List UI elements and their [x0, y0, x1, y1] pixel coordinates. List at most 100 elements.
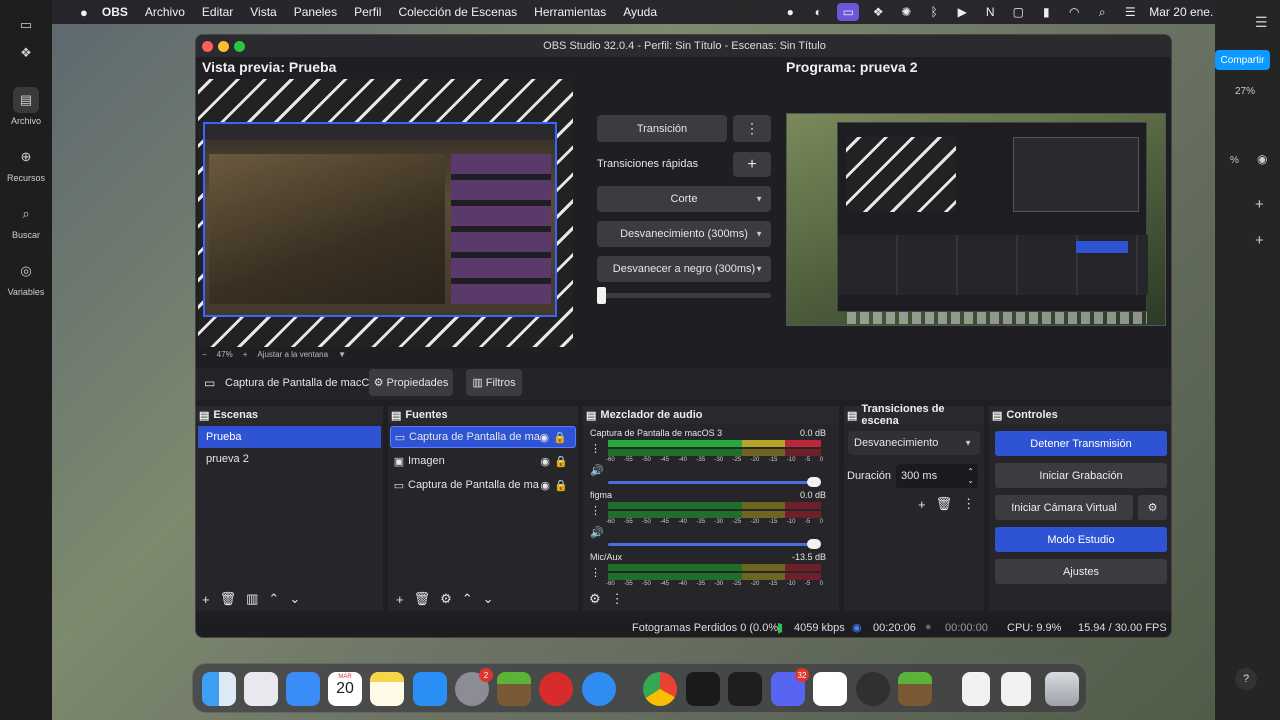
add-icon[interactable]: + [1255, 232, 1264, 249]
play-icon[interactable]: ▶ [953, 5, 971, 19]
volume-knob[interactable] [807, 477, 821, 487]
discord-icon[interactable]: 32 [771, 668, 809, 706]
launchpad-icon[interactable] [244, 672, 278, 706]
preview-fit[interactable]: Ajustar a la ventana [257, 350, 328, 359]
menu-coleccion-escenas[interactable]: Colección de Escenas [398, 5, 517, 19]
control-center-icon[interactable]: ☰ [1121, 5, 1139, 19]
figma-icon[interactable] [728, 672, 762, 706]
kebab-icon[interactable]: ⋮ [590, 504, 601, 517]
eye-icon[interactable]: ◉ [540, 479, 550, 492]
zoom-level[interactable]: 27% [1235, 86, 1255, 97]
screen-share-icon[interactable]: ▭ [837, 3, 860, 21]
chevron-down-icon[interactable]: ▼ [338, 350, 346, 359]
help-icon[interactable]: ? [1235, 668, 1257, 690]
virtual-camera-settings-button[interactable]: ⚙ [1138, 495, 1167, 520]
zoom-out-icon[interactable]: − [202, 350, 207, 359]
add-quick-transition-button[interactable]: + [733, 152, 771, 177]
menu-ayuda[interactable]: Ayuda [623, 5, 657, 19]
app-store-icon[interactable] [413, 672, 447, 706]
menu-archivo[interactable]: Archivo [145, 5, 185, 19]
bluetooth-icon[interactable]: ᛒ [925, 5, 943, 19]
add-icon[interactable]: + [918, 497, 926, 512]
minecraft-launcher-icon[interactable] [898, 672, 932, 706]
battery-icon[interactable]: ▮ [1037, 5, 1055, 19]
scene-item[interactable]: prueva 2 [198, 448, 381, 470]
finder-icon[interactable] [202, 672, 236, 706]
transition-menu-button[interactable]: ⋮ [733, 115, 771, 142]
chatgpt-icon[interactable] [686, 672, 720, 706]
notes-icon[interactable] [370, 672, 404, 706]
notion-icon[interactable] [813, 672, 847, 706]
stop-streaming-button[interactable]: Detener Transmisión [995, 431, 1167, 456]
left-panel-item-figma[interactable]: ❖ [13, 40, 39, 69]
chevron-down-icon[interactable]: ⌄ [289, 591, 300, 607]
stepper-icon[interactable]: ⌃ ⌄ [967, 467, 974, 485]
share-button[interactable]: Compartir [1215, 50, 1270, 70]
gear-icon[interactable]: ⚙ [440, 591, 452, 607]
eye-icon[interactable]: ◉ [539, 431, 549, 444]
lock-icon[interactable]: 🔒 [554, 455, 568, 468]
studio-mode-button[interactable]: Modo Estudio [995, 527, 1167, 552]
chevron-up-icon[interactable]: ⌃ [268, 591, 279, 607]
menu-vista[interactable]: Vista [250, 5, 276, 19]
left-panel-item-buscar[interactable]: ⌕ Buscar [12, 201, 40, 240]
menu-app-name[interactable]: OBS [102, 5, 128, 19]
preview-canvas[interactable] [198, 79, 573, 347]
kebab-icon[interactable]: ⋮ [590, 566, 601, 579]
eye-icon[interactable]: ◉ [1257, 152, 1267, 166]
volume-knob[interactable] [807, 539, 821, 549]
scene-item[interactable]: Prueba [198, 426, 381, 448]
filter-icon[interactable]: ▥ [246, 591, 258, 607]
kebab-icon[interactable]: ⋮ [590, 442, 601, 455]
lock-icon[interactable]: 🔒 [554, 479, 568, 492]
document-icon[interactable] [962, 672, 990, 706]
red-app-icon[interactable] [539, 672, 573, 706]
close-window-button[interactable] [202, 41, 213, 52]
menu-paneles[interactable]: Paneles [294, 5, 337, 19]
kebab-icon[interactable]: ⋮ [611, 591, 624, 607]
transition-slider-handle[interactable] [597, 287, 606, 304]
menu-herramientas[interactable]: Herramientas [534, 5, 606, 19]
source-item[interactable]: ▣ Imagen ◉ 🔒 [390, 450, 576, 472]
volume-slider[interactable] [608, 477, 821, 487]
add-icon[interactable]: + [202, 592, 210, 607]
add-icon[interactable]: + [1255, 196, 1264, 213]
transition-option-fade[interactable]: Desvanecimiento (300ms) ▼ [597, 221, 771, 247]
calendar-icon[interactable]: MAR 20 [328, 672, 362, 706]
mail-icon[interactable] [286, 672, 320, 706]
kebab-icon[interactable]: ⋮ [962, 496, 975, 512]
window-icon[interactable]: ▢ [1009, 5, 1027, 19]
speaker-icon[interactable]: 🔊 [590, 464, 604, 477]
volume-slider[interactable] [608, 539, 821, 549]
transition-button[interactable]: Transición [597, 115, 727, 142]
trash-icon[interactable]: 🗑 [414, 591, 431, 607]
duration-input[interactable]: 300 ms ⌃ ⌄ [896, 464, 978, 488]
record-dot-icon[interactable]: ● [781, 5, 799, 19]
left-panel-item-variables[interactable]: ◎ Variables [8, 258, 45, 297]
wifi-icon[interactable]: ◠ [1065, 5, 1083, 19]
settings-button[interactable]: Ajustes [995, 559, 1167, 584]
trash-icon[interactable]: 🗑 [936, 496, 953, 512]
speaker-icon[interactable]: 🔊 [590, 526, 604, 539]
left-panel-item-sidebar[interactable]: ▭ [13, 12, 39, 41]
properties-button[interactable]: ⚙ Propiedades [369, 369, 453, 396]
transition-option-fade-black[interactable]: Desvanecer a negro (300ms) ▼ [597, 256, 771, 282]
chevron-up-icon[interactable]: ⌃ [462, 591, 473, 607]
maximize-window-button[interactable] [234, 41, 245, 52]
transition-option-cut[interactable]: Corte ▼ [597, 186, 771, 212]
obs-status-icon[interactable]: ◐ [809, 5, 827, 19]
eye-icon[interactable]: ◉ [540, 455, 550, 468]
transition-slider-track[interactable] [597, 287, 771, 304]
system-settings-icon[interactable]: 2 [455, 668, 493, 706]
minimize-window-button[interactable] [218, 41, 229, 52]
menu-perfil[interactable]: Perfil [354, 5, 381, 19]
notion-menubar-icon[interactable]: N [981, 5, 999, 19]
minecraft-icon[interactable] [497, 672, 531, 706]
lock-icon[interactable]: 🔒 [553, 431, 567, 444]
image-file-icon[interactable] [1001, 672, 1031, 706]
safari-icon[interactable] [582, 672, 616, 706]
source-item[interactable]: ▭ Captura de Pantalla de ma ◉ 🔒 [390, 426, 576, 448]
figma-menubar-icon[interactable]: ❖ [869, 5, 887, 19]
trash-icon[interactable]: 🗑 [220, 591, 237, 607]
obs-icon[interactable] [856, 672, 890, 706]
